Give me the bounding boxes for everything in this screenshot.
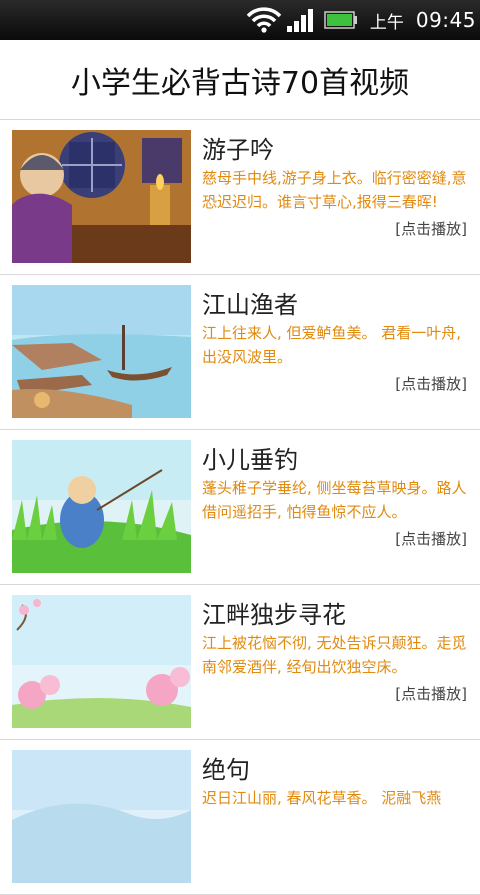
signal-icon: [286, 9, 313, 32]
list-item[interactable]: 游子吟 慈母手中线,游子身上衣。临行密密缝,意恐迟迟归。谁言寸草心,报得三春晖!…: [0, 120, 480, 275]
poem-title: 小儿垂钓: [202, 446, 298, 474]
wifi-icon: [246, 7, 282, 33]
poem-text: 江上往来人, 但爱鲈鱼美。 君看一叶舟, 出没风波里。: [202, 324, 462, 366]
title-bar: 小学生必背古诗70首视频: [0, 40, 480, 120]
poem-title: 江山渔者: [202, 291, 298, 319]
poem-title: 游子吟: [202, 136, 274, 164]
play-button[interactable]: [点击播放]: [395, 683, 467, 704]
battery-icon: [324, 11, 357, 29]
list-item[interactable]: 绝句 迟日江山丽, 春风花草香。 泥融飞燕: [0, 740, 480, 895]
status-ampm: 上午: [369, 12, 404, 33]
list-item[interactable]: 江山渔者 江上往来人, 但爱鲈鱼美。 君看一叶舟, 出没风波里。 [点击播放]: [0, 275, 480, 430]
play-button[interactable]: [点击播放]: [395, 373, 467, 394]
poem-title: 绝句: [202, 756, 250, 784]
video-thumbnail[interactable]: [12, 285, 191, 418]
play-button[interactable]: [点击播放]: [395, 218, 467, 239]
status-bar: 上午 09:45: [0, 0, 480, 40]
status-clock: 09:45: [415, 8, 476, 32]
poem-text: 迟日江山丽, 春风花草香。 泥融飞燕: [202, 789, 442, 807]
poem-list: 游子吟 慈母手中线,游子身上衣。临行密密缝,意恐迟迟归。谁言寸草心,报得三春晖!…: [0, 120, 480, 895]
video-thumbnail[interactable]: [12, 595, 191, 728]
poem-text: 江上被花恼不彻, 无处告诉只颠狂。走觅南邻爱酒伴, 经旬出饮独空床。: [202, 634, 467, 676]
page-title: 小学生必背古诗70首视频: [70, 65, 410, 101]
poem-text: 慈母手中线,游子身上衣。临行密密缝,意恐迟迟归。谁言寸草心,报得三春晖!: [202, 169, 467, 211]
video-thumbnail[interactable]: [12, 130, 191, 263]
video-thumbnail[interactable]: [12, 750, 191, 883]
play-button[interactable]: [点击播放]: [395, 528, 467, 549]
poem-title: 江畔独步寻花: [202, 601, 346, 629]
list-item[interactable]: 江畔独步寻花 江上被花恼不彻, 无处告诉只颠狂。走觅南邻爱酒伴, 经旬出饮独空床…: [0, 585, 480, 740]
poem-text: 蓬头稚子学垂纶, 侧坐莓苔草映身。路人借问遥招手, 怕得鱼惊不应人。: [202, 479, 467, 521]
video-thumbnail[interactable]: [12, 440, 191, 573]
list-item[interactable]: 小儿垂钓 蓬头稚子学垂纶, 侧坐莓苔草映身。路人借问遥招手, 怕得鱼惊不应人。 …: [0, 430, 480, 585]
